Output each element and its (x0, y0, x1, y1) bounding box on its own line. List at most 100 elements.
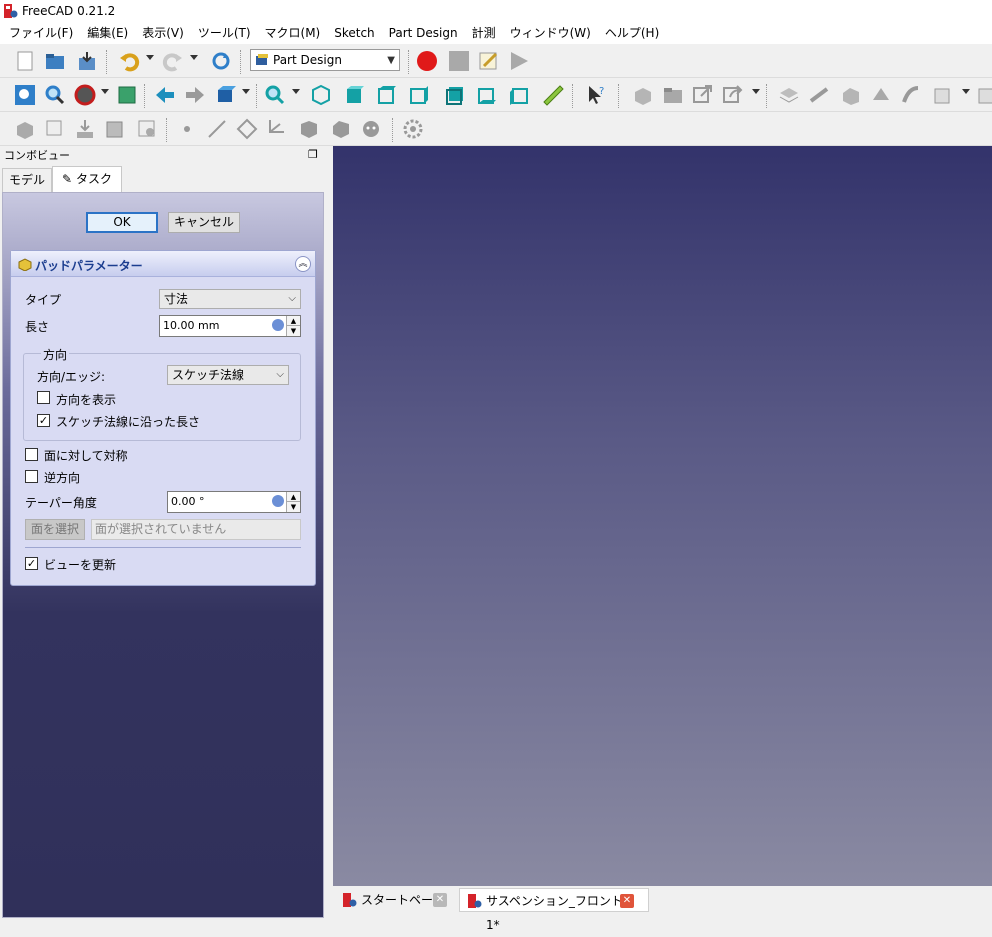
3d-view-canvas[interactable] (333, 146, 992, 886)
redo-icon[interactable] (162, 50, 184, 72)
ok-button[interactable]: OK (86, 212, 158, 233)
run-macro-icon[interactable] (508, 50, 530, 72)
pad-parameters-header[interactable]: パッドパラメーター ︽ (11, 251, 315, 277)
edit-macro-icon[interactable] (478, 50, 500, 72)
spin-down-icon[interactable]: ▼ (286, 502, 300, 512)
create-part-folder-icon[interactable] (662, 84, 684, 106)
menu-sketch[interactable]: Sketch (327, 22, 381, 44)
toolbar-separator (144, 84, 146, 108)
more-tools-icon[interactable] (976, 84, 992, 106)
bounding-box-icon[interactable] (116, 84, 138, 106)
record-macro-icon[interactable] (416, 50, 438, 72)
back-arrow-icon[interactable] (154, 84, 176, 106)
whats-this-icon[interactable]: ? (586, 84, 608, 106)
save-icon[interactable] (76, 50, 98, 72)
tab-task[interactable]: ✎ タスク (52, 166, 122, 192)
export-icon[interactable] (692, 84, 714, 106)
std-views-dropdown-icon[interactable] (242, 89, 250, 94)
subshape-binder-icon[interactable] (870, 84, 892, 106)
menu-file[interactable]: ファイル(F) (2, 22, 80, 44)
show-direction-checkbox[interactable] (37, 391, 50, 404)
draw-style-icon[interactable] (74, 84, 96, 106)
workbench-selector[interactable]: Part Design ▼ (250, 49, 400, 71)
taper-angle-spinbox[interactable]: 0.00 ° ▲ ▼ (167, 491, 301, 513)
cancel-button[interactable]: キャンセル (168, 212, 240, 233)
type-select[interactable]: 寸法 ⌵ (159, 289, 301, 309)
undo-dropdown-icon[interactable] (146, 55, 154, 60)
fit-selection-icon[interactable] (44, 84, 66, 106)
spline-shape-icon[interactable] (298, 118, 320, 140)
menu-edit[interactable]: 編集(E) (80, 22, 135, 44)
create-sketch-icon[interactable] (14, 118, 36, 140)
menu-help[interactable]: ヘルプ(H) (598, 22, 666, 44)
redo-dropdown-icon[interactable] (190, 55, 198, 60)
length-spinbox[interactable]: 10.00 mm ▲ ▼ (159, 315, 301, 337)
menu-macro[interactable]: マクロ(M) (258, 22, 328, 44)
clone-shape-icon[interactable] (330, 118, 352, 140)
reversed-checkbox[interactable] (25, 470, 38, 483)
polygon-icon[interactable] (236, 118, 258, 140)
select-face-button[interactable]: 面を選択 (25, 519, 85, 540)
fit-all-icon[interactable] (14, 84, 36, 106)
left-view-icon[interactable] (508, 84, 530, 106)
top-view-icon[interactable] (376, 84, 398, 106)
std-views-icon[interactable] (214, 84, 236, 106)
menu-tools[interactable]: ツール(T) (191, 22, 258, 44)
tab-start-page[interactable]: スタートページ ✕ (335, 888, 453, 912)
new-document-icon[interactable] (14, 50, 36, 72)
create-body-icon[interactable] (632, 84, 654, 106)
fillet-corner-icon[interactable] (266, 118, 288, 140)
datum-line-icon[interactable] (808, 84, 830, 106)
stop-macro-icon[interactable] (448, 50, 470, 72)
menu-window[interactable]: ウィンドウ(W) (503, 22, 598, 44)
datum-plane-icon[interactable] (778, 84, 800, 106)
toolbar-separator (408, 50, 410, 74)
rear-view-icon[interactable] (444, 84, 466, 106)
clone-icon[interactable] (900, 84, 922, 106)
zoom-dropdown-icon[interactable] (292, 89, 300, 94)
zoom-icon[interactable] (264, 84, 286, 106)
point-icon[interactable] (176, 118, 198, 140)
spin-down-icon[interactable]: ▼ (286, 326, 300, 336)
expression-icon[interactable] (272, 319, 284, 331)
merge-sketch-icon[interactable] (136, 118, 158, 140)
undock-icon[interactable]: ❐ (308, 148, 322, 162)
shape-binder-icon[interactable] (840, 84, 862, 106)
tab-suspension-front[interactable]: サスペンション_フロント : 1* ✕ (459, 888, 649, 932)
right-view-icon[interactable] (408, 84, 430, 106)
update-view-label: ビューを更新 (44, 558, 117, 572)
isometric-view-icon[interactable] (310, 84, 332, 106)
front-view-icon[interactable] (344, 84, 366, 106)
collapse-icon[interactable]: ︽ (295, 256, 311, 272)
update-view-checkbox[interactable]: ✓ (25, 557, 38, 570)
open-folder-icon[interactable] (44, 50, 66, 72)
close-icon[interactable]: ✕ (433, 893, 447, 907)
undo-icon[interactable] (118, 50, 140, 72)
draw-style-dropdown-icon[interactable] (101, 89, 109, 94)
edit-sketch-icon[interactable] (44, 118, 66, 140)
symmetric-checkbox[interactable] (25, 448, 38, 461)
gear-icon[interactable] (402, 118, 424, 140)
spin-up-icon[interactable]: ▲ (286, 492, 300, 502)
close-icon[interactable]: ✕ (620, 894, 634, 908)
local-coordinate-dropdown-icon[interactable] (962, 89, 970, 94)
local-coordinate-icon[interactable] (932, 84, 954, 106)
menu-measure[interactable]: 計測 (465, 22, 503, 44)
menu-part-design[interactable]: Part Design (382, 22, 465, 44)
direction-edge-select[interactable]: スケッチ法線 ⌵ (167, 365, 289, 385)
along-normal-checkbox[interactable]: ✓ (37, 414, 50, 427)
share-dropdown-icon[interactable] (752, 89, 760, 94)
forward-arrow-icon[interactable] (184, 84, 206, 106)
external-geometry-icon[interactable] (360, 118, 382, 140)
tab-model[interactable]: モデル (2, 168, 52, 192)
map-sketch-icon[interactable] (74, 118, 96, 140)
measure-distance-icon[interactable] (542, 84, 564, 106)
line-icon[interactable] (206, 118, 228, 140)
expression-icon[interactable] (272, 495, 284, 507)
validate-sketch-icon[interactable] (104, 118, 126, 140)
bottom-view-icon[interactable] (476, 84, 498, 106)
refresh-icon[interactable] (210, 50, 232, 72)
share-link-icon[interactable] (722, 84, 744, 106)
spin-up-icon[interactable]: ▲ (286, 316, 300, 326)
menu-view[interactable]: 表示(V) (135, 22, 191, 44)
